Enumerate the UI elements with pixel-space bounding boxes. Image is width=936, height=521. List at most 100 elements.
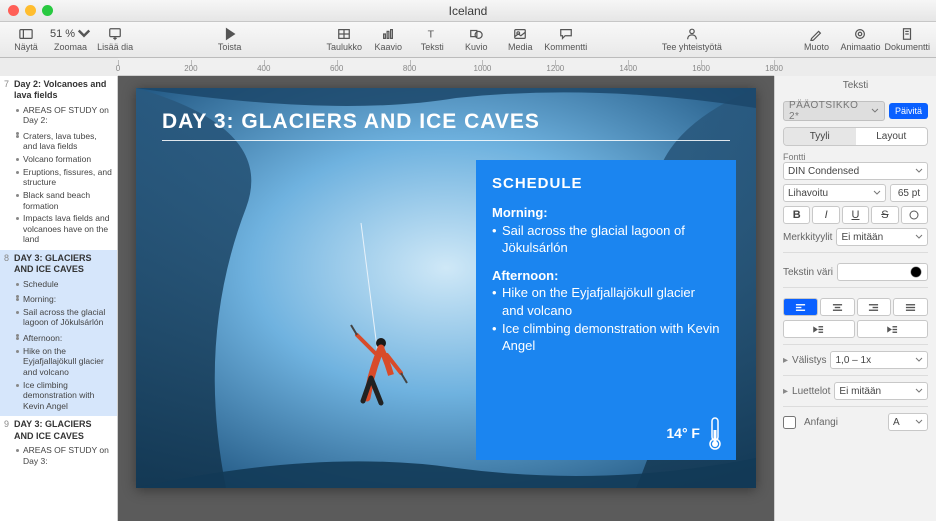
color-wheel-icon — [909, 265, 923, 279]
outline-item[interactable]: Eruptions, fissures, and structure — [16, 166, 113, 189]
align-justify-button[interactable] — [893, 298, 928, 316]
lists-value: Ei mitään — [839, 386, 881, 397]
align-right-button[interactable] — [857, 298, 892, 316]
slide-title[interactable]: DAY 3: GLACIERS AND ICE CAVES — [162, 110, 730, 141]
align-left-button[interactable] — [783, 298, 818, 316]
zoom-value: 51 % — [50, 28, 75, 40]
char-styles-label: Merkkityylit — [783, 232, 832, 243]
document-title: Iceland — [449, 4, 488, 18]
lists-dropdown[interactable]: Ei mitään — [834, 382, 928, 400]
align-center-button[interactable] — [820, 298, 855, 316]
media-label: Media — [508, 42, 533, 52]
comment-button[interactable]: Kommentti — [544, 24, 587, 56]
view-label: Näytä — [14, 42, 38, 52]
indent-button[interactable] — [857, 320, 929, 338]
underline-button[interactable]: U — [842, 206, 869, 224]
outline-item[interactable]: Craters, lava tubes, and lava fields — [16, 130, 113, 153]
collaborate-button[interactable]: Tee yhteistyötä — [662, 24, 722, 56]
horizontal-ruler[interactable]: 020040060080010001200140016001800 — [118, 58, 774, 76]
tab-style[interactable]: Tyyli — [784, 128, 856, 145]
outline-item[interactable]: Morning: — [16, 293, 113, 306]
text-options-button[interactable] — [901, 206, 928, 224]
outdent-button[interactable] — [783, 320, 855, 338]
bold-button[interactable]: B — [783, 206, 810, 224]
collaborate-label: Tee yhteistyötä — [662, 42, 722, 52]
dropcap-checkbox[interactable] — [783, 416, 796, 429]
outline-item[interactable]: Impacts lava fields and volcanoes have o… — [16, 212, 113, 246]
temperature-value: 14° F — [666, 424, 700, 443]
minimize-window-button[interactable] — [25, 5, 36, 16]
dropcap-label: Anfangi — [804, 417, 838, 428]
view-button[interactable]: Näytä — [6, 24, 46, 56]
play-label: Toista — [218, 42, 242, 52]
inspector-header: Teksti — [775, 76, 936, 95]
title-rule — [162, 140, 730, 141]
schedule-item: Ice climbing demonstration with Kevin An… — [492, 320, 720, 355]
outline-slide[interactable]: 7Day 2: Volcanoes and lava fieldsAREAS O… — [0, 76, 117, 250]
text-button[interactable]: TTeksti — [412, 24, 452, 56]
char-styles-dropdown[interactable]: Ei mitään — [836, 228, 928, 246]
thermometer-icon — [706, 416, 724, 450]
outline-item[interactable]: Black sand beach formation — [16, 189, 113, 212]
font-weight-value: Lihavoitu — [788, 188, 828, 199]
outline-item[interactable]: Volcano formation — [16, 153, 113, 166]
shape-label: Kuvio — [465, 42, 488, 52]
toolbar: Näytä 51 % Zoomaa Lisää dia Toista Tauluk… — [0, 22, 936, 58]
outline-slide[interactable]: 8DAY 3: GLACIERS AND ICE CAVESScheduleMo… — [0, 250, 117, 416]
schedule-item: Hike on the Eyjafjallajökull glacier and… — [492, 284, 720, 319]
morning-label: Morning: — [492, 204, 720, 222]
chart-label: Kaavio — [374, 42, 402, 52]
outline-item[interactable]: AREAS OF STUDY on Day 3: — [16, 444, 113, 467]
text-color-label: Tekstin väri — [783, 267, 833, 278]
morning-list: Sail across the glacial lagoon of Jökuls… — [492, 222, 720, 257]
chart-button[interactable]: Kaavio — [368, 24, 408, 56]
document-label: Dokumentti — [884, 42, 930, 52]
paragraph-style-value: PÄÄOTSIKKO 2* — [789, 100, 871, 122]
zoom-label: Zoomaa — [54, 42, 87, 52]
font-family-dropdown[interactable]: DIN Condensed — [783, 162, 928, 180]
play-button[interactable]: Toista — [210, 24, 250, 56]
outline-panel[interactable]: 7Day 2: Volcanoes and lava fieldsAREAS O… — [0, 76, 118, 521]
shape-button[interactable]: Kuvio — [456, 24, 496, 56]
text-label: Teksti — [421, 42, 444, 52]
titlebar: Iceland — [0, 0, 936, 22]
outline-item[interactable]: Hike on the Eyjafjallajökull glacier and… — [16, 345, 113, 379]
dropcap-style-dropdown[interactable]: A — [888, 413, 928, 431]
add-slide-label: Lisää dia — [97, 42, 133, 52]
tab-layout[interactable]: Layout — [856, 128, 928, 145]
slide[interactable]: DAY 3: GLACIERS AND ICE CAVES SCHEDULE M… — [136, 88, 756, 488]
style-layout-segment[interactable]: Tyyli Layout — [783, 127, 928, 146]
format-button[interactable]: Muoto — [796, 24, 836, 56]
svg-text:T: T — [428, 29, 435, 41]
document-button[interactable]: Dokumentti — [884, 24, 930, 56]
outline-item[interactable]: AREAS OF STUDY on Day 2: — [16, 104, 113, 127]
text-color-well[interactable] — [837, 263, 928, 281]
zoom-window-button[interactable] — [42, 5, 53, 16]
close-window-button[interactable] — [8, 5, 19, 16]
outline-item[interactable]: Afternoon: — [16, 332, 113, 345]
outline-slide[interactable]: 9DAY 3: GLACIERS AND ICE CAVESAREAS OF S… — [0, 416, 117, 471]
schedule-heading: SCHEDULE — [492, 174, 720, 194]
font-weight-dropdown[interactable]: Lihavoitu — [783, 184, 886, 202]
animate-button[interactable]: Animaatio — [840, 24, 880, 56]
zoom-dropdown[interactable]: 51 % Zoomaa — [50, 24, 91, 56]
paragraph-style-dropdown[interactable]: PÄÄOTSIKKO 2* — [783, 101, 885, 121]
animate-label: Animaatio — [840, 42, 880, 52]
table-button[interactable]: Taulukko — [324, 24, 364, 56]
update-style-button[interactable]: Päivitä — [889, 103, 928, 119]
media-button[interactable]: Media — [500, 24, 540, 56]
add-slide-button[interactable]: Lisää dia — [95, 24, 135, 56]
italic-button[interactable]: I — [812, 206, 839, 224]
font-size-stepper[interactable]: 65 pt — [890, 184, 928, 202]
afternoon-label: Afternoon: — [492, 267, 720, 285]
outline-item[interactable]: Sail across the glacial lagoon of Jökuls… — [16, 306, 113, 329]
spacing-dropdown[interactable]: 1,0 – 1x — [830, 351, 928, 369]
strikethrough-button[interactable]: S — [871, 206, 898, 224]
slide-canvas[interactable]: DAY 3: GLACIERS AND ICE CAVES SCHEDULE M… — [118, 76, 774, 521]
char-styles-value: Ei mitään — [841, 232, 883, 243]
outline-item[interactable]: Schedule — [16, 278, 113, 291]
window-controls — [8, 5, 53, 16]
schedule-box[interactable]: SCHEDULE Morning: Sail across the glacia… — [476, 160, 736, 460]
outline-item[interactable]: Ice climbing demonstration with Kevin An… — [16, 379, 113, 413]
format-label: Muoto — [804, 42, 829, 52]
